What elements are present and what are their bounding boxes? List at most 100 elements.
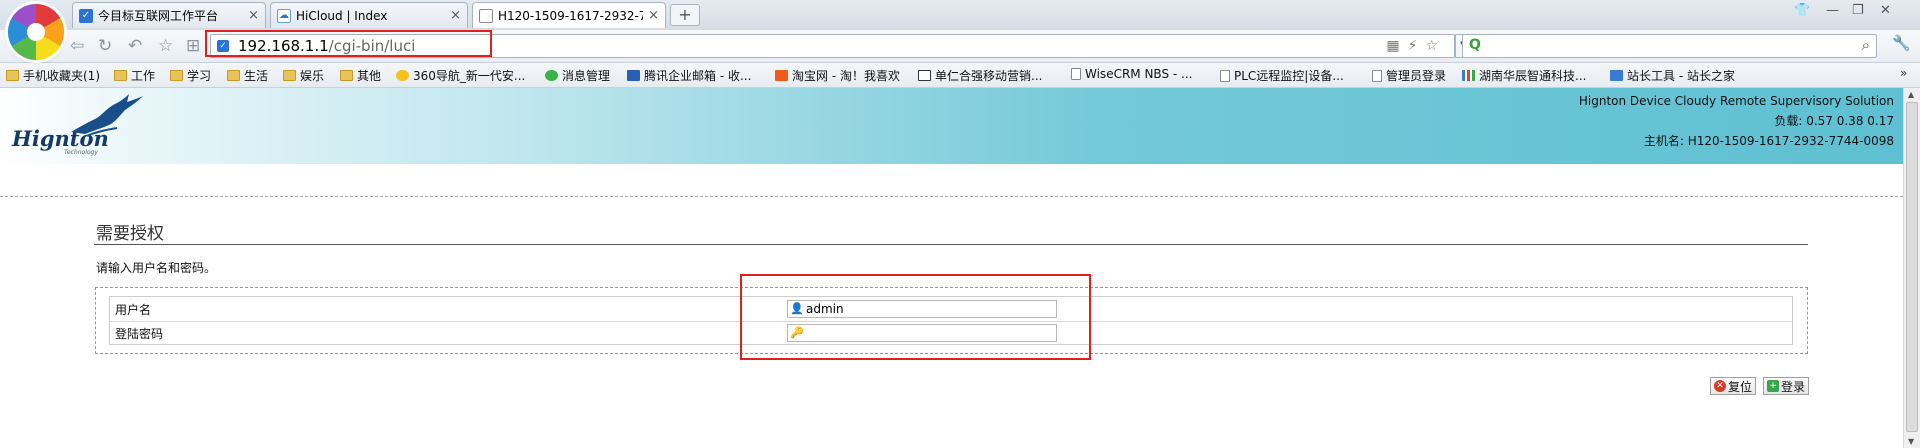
mail-icon [627,70,640,81]
360-icon [396,70,409,81]
login-label: 登录 [1781,379,1806,394]
page-description: 请输入用户名和密码。 [96,261,217,275]
cloud-icon: ☁ [277,8,291,23]
tools-icon[interactable]: 🔧 [1892,34,1911,52]
tab-hicloud[interactable]: ☁ HiCloud | Index × [270,2,468,28]
reset-button[interactable]: ✕ 复位 [1710,377,1757,395]
undo-icon[interactable]: ↶ [128,36,142,56]
bookmark-item[interactable]: 腾讯企业邮箱 - 收... [627,67,751,84]
bookmark-label: 生活 [244,69,269,83]
bookmark-label: 其他 [357,69,382,83]
login-icon: + [1767,380,1779,392]
tab-label: 今目标互联网工作平台 [98,9,219,23]
page-title: 需要授权 [96,224,164,244]
username-label: 用户名 [115,303,152,317]
bookmark-item[interactable]: 360导航_新一代安... [396,67,525,84]
browser-titlebar: ✓ 今目标互联网工作平台 × ☁ HiCloud | Index × H120-… [0,0,1920,30]
browser-logo[interactable] [8,4,64,60]
tab-label: H120-1509-1617-2932-77 [498,8,644,23]
password-label: 登陆密码 [115,327,164,341]
grid-icon[interactable]: ⊞ [186,36,200,56]
close-icon[interactable]: × [450,8,461,23]
folder-icon [340,70,353,81]
bookmark-label: 淘宝网 - 淘！我喜欢 [792,69,900,83]
bookmark-label: 站长工具 - 站长之家 [1627,69,1735,83]
refresh-icon[interactable]: ↻ [98,36,112,56]
deer-icon [71,94,143,137]
minimize-icon[interactable]: — [1826,3,1839,18]
credentials-highlight-box [740,274,1091,360]
search-engine-icon[interactable]: Q [1469,37,1481,53]
device-info: Hignton Device Cloudy Remote Supervisory… [1579,91,1894,151]
bookmark-label: 工作 [131,69,156,83]
page-icon [1220,69,1230,82]
back-icon[interactable]: ⇦ [70,36,84,56]
url-highlight-box [205,30,492,57]
folder-icon [6,70,19,81]
bookmark-label: 娱乐 [300,69,325,83]
address-tools: ▦⚡☆ [1386,38,1446,54]
tab-jmb[interactable]: ✓ 今目标互联网工作平台 × [72,2,266,28]
bookmark-label: 管理员登录 [1386,69,1447,83]
skin-icon[interactable]: 👕 [1794,3,1810,18]
page-icon [1071,68,1081,80]
bookmark-item[interactable]: WiseCRM NBS - ... [1071,67,1192,81]
vertical-scrollbar[interactable]: ▲ ▼ [1903,88,1920,448]
bookmark-item[interactable]: 生活 [227,67,268,84]
close-icon[interactable]: × [648,8,659,23]
bookmark-item[interactable]: 站长工具 - 站长之家 [1610,67,1735,84]
brand-subtitle: Technology [64,149,98,156]
new-tab-button[interactable]: + [670,4,700,26]
system-load: 负载: 0.57 0.38 0.17 [1774,114,1894,128]
bookmark-item[interactable]: 工作 [114,67,155,84]
speed-icon[interactable]: ⚡ [1408,38,1426,54]
chevron-right-icon[interactable]: » [1900,66,1907,80]
search-icon[interactable]: ⌕ [1862,36,1870,54]
bookmark-item[interactable]: 手机收藏夹(1) [6,67,100,84]
bookmark-label: 湖南华辰智通科技... [1479,69,1587,83]
qr-icon[interactable]: ▦ [1386,38,1407,54]
chart-icon [918,70,931,81]
bookmarks-bar: 手机收藏夹(1) 工作 学习 生活 娱乐 其他 360导航_新一代安... 消息… [0,63,1920,88]
page-banner: Hignton Technology Hignton Device Cloudy… [0,88,1903,164]
bookmark-label: 单仁合强移动营销... [935,69,1043,83]
tab-device[interactable]: H120-1509-1617-2932-77 × [472,2,666,28]
page-icon [479,8,493,23]
folder-icon [170,70,183,81]
product-name: Hignton Device Cloudy Remote Supervisory… [1578,94,1894,108]
bookmark-item[interactable]: PLC远程监控|设备... [1220,67,1344,84]
bookmark-item[interactable]: 学习 [170,67,211,84]
restore-icon[interactable]: ❐ [1852,3,1864,18]
star-icon[interactable]: ☆ [1425,38,1446,54]
scroll-up-icon[interactable]: ▲ [1908,90,1914,99]
reset-icon: ✕ [1714,380,1726,392]
hostname: 主机名: H120-1509-1617-2932-7744-0098 [1643,134,1894,148]
search-input[interactable]: Q ⌕ [1462,34,1877,58]
divider [94,244,1808,245]
bookmark-item[interactable]: 管理员登录 [1372,67,1446,84]
bookmark-item[interactable]: 消息管理 [545,67,610,84]
bookmark-item[interactable]: 娱乐 [283,67,324,84]
scroll-down-icon[interactable]: ▼ [1908,437,1914,446]
bookmark-item[interactable]: 其他 [340,67,381,84]
folder-icon [227,70,240,81]
favorite-icon[interactable]: ☆ [158,36,173,56]
folder-icon [114,70,127,81]
scroll-thumb[interactable] [1906,102,1918,432]
bookmark-label: 消息管理 [562,69,611,83]
login-button[interactable]: + 登录 [1763,377,1810,395]
close-window-icon[interactable]: ✕ [1880,3,1891,18]
divider [0,196,1903,197]
bookmark-item[interactable]: 淘宝网 - 淘！我喜欢 [775,67,900,84]
bookmark-label: 360导航_新一代安... [413,69,526,83]
wechat-icon [545,70,558,81]
tool-icon [1610,70,1623,81]
bookmark-label: PLC远程监控|设备... [1234,69,1344,83]
bookmark-item[interactable]: 湖南华辰智通科技... [1462,67,1586,84]
reset-label: 复位 [1728,379,1753,394]
bookmark-label: 学习 [187,69,212,83]
bars-icon [1462,70,1475,81]
close-icon[interactable]: × [248,8,259,23]
jmb-icon: ✓ [79,8,93,23]
bookmark-item[interactable]: 单仁合强移动营销... [918,67,1042,84]
